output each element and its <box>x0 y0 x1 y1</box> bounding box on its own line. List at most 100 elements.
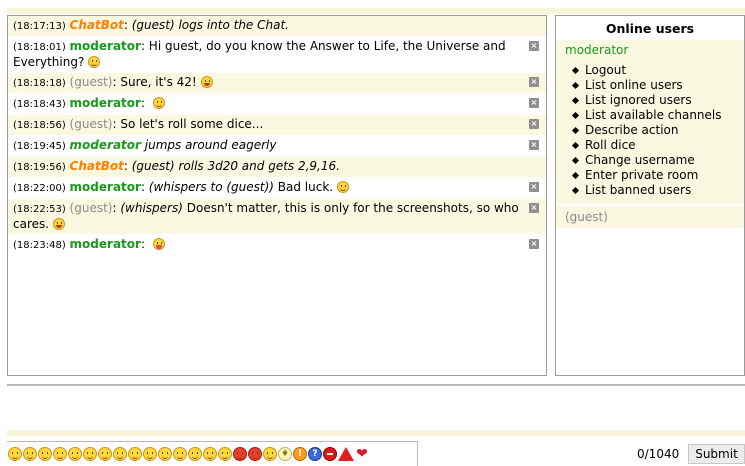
smile-emoticon-icon[interactable] <box>8 447 22 461</box>
message-username[interactable]: moderator <box>70 96 141 110</box>
message-timestamp: (18:18:01) <box>13 42 66 53</box>
emoticon-bar: ♦!? ❤ <box>7 441 418 466</box>
delete-message-icon[interactable]: × <box>529 239 539 249</box>
delete-message-icon[interactable]: × <box>529 119 539 129</box>
chat-message: (18:18:56) (guest): So let's roll some d… <box>8 115 546 136</box>
message-username[interactable]: moderator <box>70 39 141 53</box>
message-username[interactable]: (guest) <box>70 75 113 89</box>
message-text: So let's roll some dice... <box>120 117 264 131</box>
menu-item-list-banned-users[interactable]: List banned users <box>573 183 735 198</box>
delete-message-icon[interactable]: × <box>529 140 539 150</box>
smile-smiley-icon <box>336 181 349 193</box>
message-text: jumps around eagerly <box>144 138 277 152</box>
chat-message: (18:22:53) (guest): (whispers) Doesn't m… <box>8 199 546 235</box>
stop-emoticon-icon[interactable] <box>323 447 337 461</box>
delete-message-icon[interactable]: × <box>529 77 539 87</box>
message-username[interactable]: ChatBot <box>70 18 124 32</box>
other-user-name[interactable]: (guest) <box>565 210 735 224</box>
message-username[interactable]: ChatBot <box>70 159 124 173</box>
user-action-menu: Logout List online users List ignored user… <box>565 63 735 198</box>
chat-message: (18:18:43) moderator: × <box>8 94 546 115</box>
menu-item-logout[interactable]: Logout <box>573 63 735 78</box>
menu-item-describe-action[interactable]: Describe action <box>573 123 735 138</box>
submit-button[interactable]: Submit <box>688 444 745 464</box>
idea-emoticon-icon[interactable]: ♦ <box>278 447 292 461</box>
whisper-prefix: (whispers to (guest)) <box>148 180 274 194</box>
smile-smiley-icon <box>88 56 101 68</box>
message-username[interactable]: (guest) <box>70 201 113 215</box>
message-text: Sure, it's 42! <box>120 75 197 89</box>
menu-item-change-username[interactable]: Change username <box>573 153 735 168</box>
smile-smiley-icon <box>152 97 165 109</box>
message-separator: : <box>140 237 149 251</box>
character-counter: 0/1040 <box>637 447 680 461</box>
question-emoticon-icon[interactable]: ? <box>308 447 322 461</box>
message-username[interactable]: moderator <box>70 180 141 194</box>
message-timestamp: (18:18:43) <box>13 99 66 110</box>
online-users-title: Online users <box>556 16 744 40</box>
crying-emoticon-icon[interactable] <box>188 447 202 461</box>
neutral-emoticon-icon[interactable] <box>83 447 97 461</box>
chat-message: (18:19:45) moderator jumps around eagerl… <box>8 136 546 157</box>
bottom-bar <box>7 430 745 436</box>
message-separator: : <box>140 96 149 110</box>
chat-log: (18:17:13) ChatBot: (guest) logs into th… <box>7 15 547 376</box>
devil-emoticon-icon[interactable] <box>233 447 247 461</box>
menu-item-list-ignored-users[interactable]: List ignored users <box>573 93 735 108</box>
menu-item-list-available-channels[interactable]: List available channels <box>573 108 735 123</box>
chat-message: (18:23:48) moderator: × <box>8 235 546 256</box>
shock-emoticon-icon[interactable] <box>263 447 277 461</box>
nerd-emoticon-icon[interactable] <box>143 447 157 461</box>
tongue-emoticon-icon[interactable] <box>173 447 187 461</box>
sick-emoticon-icon[interactable] <box>203 447 217 461</box>
grin-emoticon-icon[interactable] <box>53 447 67 461</box>
chat-message: (18:18:01) moderator: Hi guest, do you k… <box>8 37 546 73</box>
message-timestamp: (18:22:53) <box>13 204 66 215</box>
grin-smiley-icon <box>200 76 213 88</box>
message-text: (guest) logs into the Chat. <box>131 18 289 32</box>
message-username[interactable]: (guest) <box>70 117 113 131</box>
happy-emoticon-icon[interactable] <box>218 447 232 461</box>
chat-message: (18:17:13) ChatBot: (guest) logs into th… <box>8 16 546 37</box>
chat-message: (18:19:56) ChatBot: (guest) rolls 3d20 a… <box>8 157 546 178</box>
grin-smiley-icon <box>52 218 65 230</box>
current-user-name[interactable]: moderator <box>565 42 735 58</box>
sad-emoticon-icon[interactable] <box>23 447 37 461</box>
message-separator: : <box>140 39 149 53</box>
warning-emoticon-icon[interactable] <box>338 447 354 461</box>
wink-emoticon-icon[interactable] <box>38 447 52 461</box>
menu-item-enter-private-room[interactable]: Enter private room <box>573 168 735 183</box>
message-separator: : <box>123 159 132 173</box>
surprised-emoticon-icon[interactable] <box>98 447 112 461</box>
help-emoticon-icon[interactable]: ! <box>293 447 307 461</box>
message-input[interactable] <box>7 386 745 430</box>
message-text: Bad luck. <box>277 180 334 194</box>
chat-message: (18:18:18) (guest): Sure, it's 42! × <box>8 73 546 94</box>
message-timestamp: (18:22:00) <box>13 183 66 194</box>
message-timestamp: (18:17:13) <box>13 21 66 32</box>
menu-item-roll-dice[interactable]: Roll dice <box>573 138 735 153</box>
delete-message-icon[interactable]: × <box>529 182 539 192</box>
other-user-block: (guest) <box>556 206 744 228</box>
delete-message-icon[interactable]: × <box>529 41 539 51</box>
message-separator: : <box>123 18 132 32</box>
delete-message-icon[interactable]: × <box>529 203 539 213</box>
chat-message: (18:22:00) moderator: (whispers to (gues… <box>8 178 546 199</box>
cool-emoticon-icon[interactable] <box>128 447 142 461</box>
top-bar <box>7 8 745 14</box>
menu-item-list-online-users[interactable]: List online users <box>573 78 735 93</box>
online-users-panel: Online users moderator Logout List online… <box>555 15 745 376</box>
whisper-prefix: (whispers) <box>120 201 183 215</box>
heart-emoticon-icon[interactable]: ❤ <box>355 447 369 461</box>
delete-message-icon[interactable]: × <box>529 98 539 108</box>
laugh-emoticon-icon[interactable] <box>68 447 82 461</box>
message-username[interactable]: moderator <box>70 237 141 251</box>
message-timestamp: (18:19:45) <box>13 141 66 152</box>
confused-emoticon-icon[interactable] <box>113 447 127 461</box>
message-timestamp: (18:19:56) <box>13 162 66 173</box>
shades-emoticon-icon[interactable] <box>158 447 172 461</box>
message-timestamp: (18:18:18) <box>13 78 66 89</box>
angry-emoticon-icon[interactable] <box>248 447 262 461</box>
message-timestamp: (18:18:56) <box>13 120 66 131</box>
message-username[interactable]: moderator <box>70 138 141 152</box>
